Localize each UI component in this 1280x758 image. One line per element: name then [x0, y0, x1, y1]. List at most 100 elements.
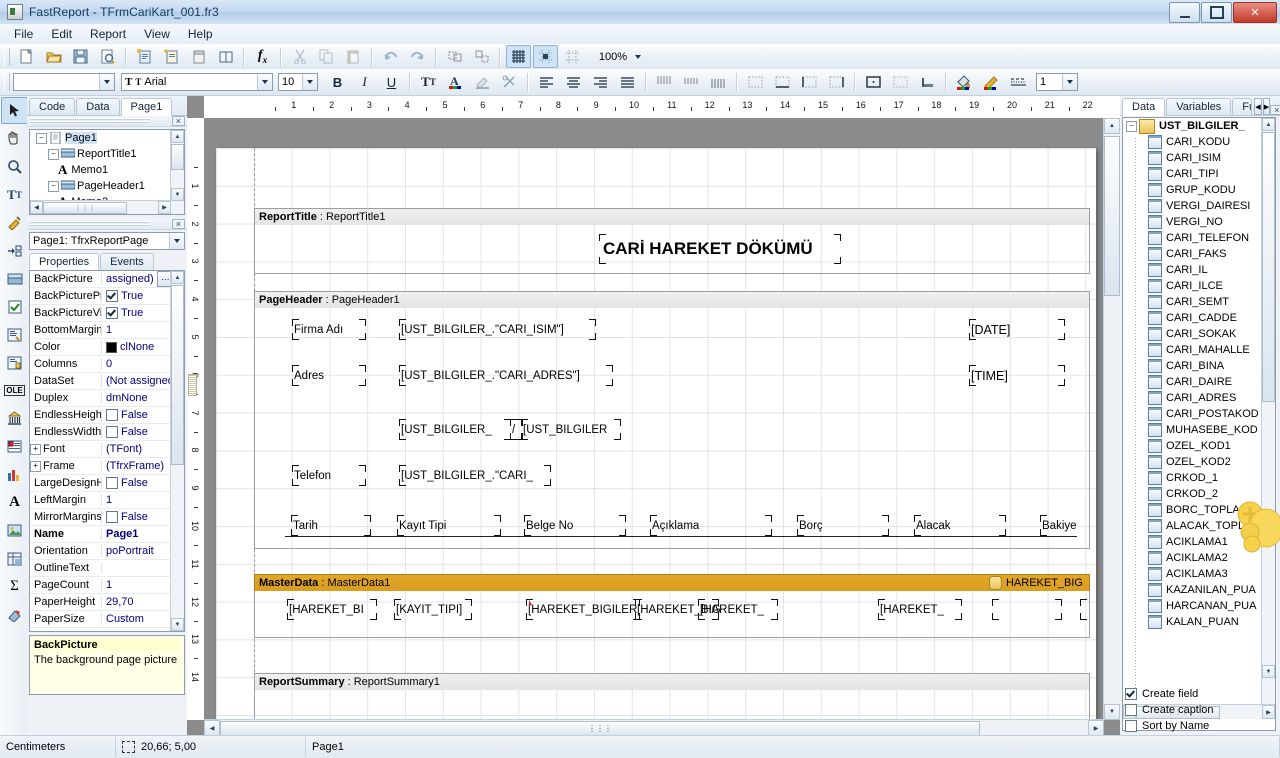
- font-size-select[interactable]: 10: [278, 73, 318, 91]
- design-horizontal-scrollbar[interactable]: ◀ ⋮⋮⋮ ▶: [204, 719, 1104, 736]
- select-tool-icon[interactable]: [1, 97, 28, 124]
- scroll-thumb[interactable]: [1262, 132, 1275, 402]
- chevron-down-icon[interactable]: [302, 74, 317, 90]
- design-object-memo[interactable]: [UST_BILGILER_."CARI_ADRES"]: [400, 366, 612, 385]
- menu-item-view[interactable]: View: [135, 25, 179, 43]
- checkbox-icon[interactable]: [106, 426, 118, 438]
- function-icon[interactable]: fx: [250, 45, 275, 68]
- tree-item[interactable]: − PageHeader1: [30, 178, 171, 194]
- open-report-icon[interactable]: [213, 45, 238, 68]
- scroll-thumb[interactable]: [171, 285, 184, 465]
- fill-color-icon[interactable]: [951, 71, 978, 94]
- design-object-memo[interactable]: Borç: [798, 516, 888, 535]
- header-rule-line[interactable]: [285, 536, 1077, 537]
- collapse-icon[interactable]: −: [36, 133, 47, 144]
- chevron-down-icon[interactable]: [1062, 74, 1077, 90]
- new-report-icon[interactable]: [132, 45, 157, 68]
- data-tree-field[interactable]: ACIKLAMA1: [1123, 534, 1262, 550]
- table-object-icon[interactable]: [1, 349, 28, 376]
- undo-icon[interactable]: [378, 45, 403, 68]
- data-tree-field[interactable]: CARI_SOKAK: [1123, 326, 1262, 342]
- highlight-icon[interactable]: [469, 71, 496, 94]
- frame-left-icon[interactable]: [796, 71, 823, 94]
- line-width-select[interactable]: 1: [1036, 73, 1078, 91]
- checkbox-icon[interactable]: [1125, 688, 1137, 700]
- tab-code[interactable]: Code: [29, 98, 75, 115]
- format-brush-icon[interactable]: [1, 209, 28, 236]
- design-object-memo[interactable]: Belge No: [525, 516, 625, 535]
- chevron-down-icon[interactable]: [635, 55, 641, 59]
- design-object-memo[interactable]: [1081, 600, 1104, 619]
- frame-all-icon[interactable]: [860, 71, 887, 94]
- text-tool-icon[interactable]: TT: [1, 181, 28, 208]
- open-folder-icon[interactable]: [41, 45, 66, 68]
- align-justify-button[interactable]: [614, 71, 641, 94]
- memo-object-icon[interactable]: A: [1, 489, 28, 516]
- data-tree-field[interactable]: CARI_FAKS: [1123, 246, 1262, 262]
- report-tree[interactable]: − Page1 − ReportTitle1 A: [29, 129, 185, 215]
- chevron-down-icon[interactable]: [99, 74, 114, 90]
- property-value[interactable]: clNone: [102, 341, 171, 353]
- property-value[interactable]: False: [102, 511, 171, 523]
- data-tree-field[interactable]: CARI_KODU: [1123, 134, 1262, 150]
- data-tree-field[interactable]: MUHASEBE_KOD: [1123, 422, 1262, 438]
- line-color-icon[interactable]: [978, 71, 1005, 94]
- chart-object-icon[interactable]: [1, 461, 28, 488]
- inspector-vertical-scrollbar[interactable]: ▲ ▼: [170, 271, 184, 631]
- scroll-left-arrow-icon[interactable]: ◀: [204, 720, 220, 736]
- design-object-memo[interactable]: [DATE]: [970, 320, 1064, 339]
- frame-shadow-icon[interactable]: [914, 71, 941, 94]
- ole-object-icon[interactable]: OLE: [1, 377, 28, 404]
- scroll-down-arrow-icon[interactable]: ▼: [171, 188, 184, 201]
- data-tree-field[interactable]: KALAN_PUAN: [1123, 614, 1262, 630]
- copy-icon[interactable]: [314, 45, 339, 68]
- band-header[interactable]: ReportSummary: ReportSummary1: [254, 673, 1090, 690]
- tab-variables[interactable]: Variables: [1166, 98, 1231, 115]
- sum-tool-icon[interactable]: Σ: [1, 573, 28, 600]
- align-center-button[interactable]: [560, 71, 587, 94]
- band-body[interactable]: [SUM(<HAREK [SUM(<HAREK [SUM(<HARE: [254, 690, 1090, 720]
- data-tree-field[interactable]: CARI_MAHALLE: [1123, 342, 1262, 358]
- design-object-memo[interactable]: [HAREKET_: [879, 600, 961, 619]
- underline-button[interactable]: U: [378, 71, 405, 94]
- design-object-memo[interactable]: [HAREKET_BI: [288, 600, 376, 619]
- menu-item-edit[interactable]: Edit: [42, 25, 81, 43]
- data-tree-field[interactable]: CARI_CADDE: [1123, 310, 1262, 326]
- new-page-icon[interactable]: [159, 45, 184, 68]
- design-object-memo[interactable]: [UST_BILGILER: [522, 420, 620, 439]
- align-to-grid-icon[interactable]: [560, 45, 585, 68]
- property-value[interactable]: assigned)…: [102, 271, 171, 287]
- checkbox-icon[interactable]: [1125, 720, 1137, 732]
- valign-top-icon[interactable]: [651, 71, 678, 94]
- property-value[interactable]: 29,70: [102, 596, 171, 608]
- scroll-thumb[interactable]: ⋮⋮⋮: [220, 721, 980, 736]
- data-tree-field[interactable]: CARI_DAIRE: [1123, 374, 1262, 390]
- data-tree-field[interactable]: OZEL_KOD2: [1123, 454, 1262, 470]
- option-create-field[interactable]: Create field: [1122, 686, 1274, 702]
- checkbox-icon[interactable]: [106, 307, 118, 319]
- toolbar-grip[interactable]: [4, 73, 10, 91]
- toolbar-grip[interactable]: [4, 48, 10, 66]
- property-value[interactable]: 1: [102, 324, 171, 336]
- data-tree-field[interactable]: CARI_POSTAKOD: [1123, 406, 1262, 422]
- design-object-memo[interactable]: Kayıt Tipi: [398, 516, 500, 535]
- scroll-up-arrow-icon[interactable]: ▲: [1104, 118, 1120, 134]
- rich-object-icon[interactable]: [1, 321, 28, 348]
- data-tree-field[interactable]: ALACAK_TOPL: [1123, 518, 1262, 534]
- align-right-button[interactable]: [587, 71, 614, 94]
- design-object-memo[interactable]: Telefon: [293, 466, 365, 485]
- ruler-guide-handle[interactable]: [188, 374, 197, 396]
- tab-page1[interactable]: Page1: [121, 98, 173, 116]
- scroll-down-arrow-icon[interactable]: ▼: [171, 618, 184, 631]
- property-value[interactable]: 1: [102, 494, 171, 506]
- report-design-surface[interactable]: 12345678910111213141516171819202122 1234…: [187, 96, 1120, 736]
- italic-button[interactable]: I: [351, 71, 378, 94]
- font-name-select[interactable]: TT Arial: [121, 73, 273, 91]
- align-left-button[interactable]: [533, 71, 560, 94]
- design-object-memo[interactable]: [HAREKET_: [699, 600, 777, 619]
- zoom-tool-icon[interactable]: [1, 153, 28, 180]
- valign-middle-icon[interactable]: [678, 71, 705, 94]
- data-tree-field[interactable]: ACIKLAMA2: [1123, 550, 1262, 566]
- data-tree-field[interactable]: CARI_IL: [1123, 262, 1262, 278]
- data-tree-field[interactable]: OZEL_KOD1: [1123, 438, 1262, 454]
